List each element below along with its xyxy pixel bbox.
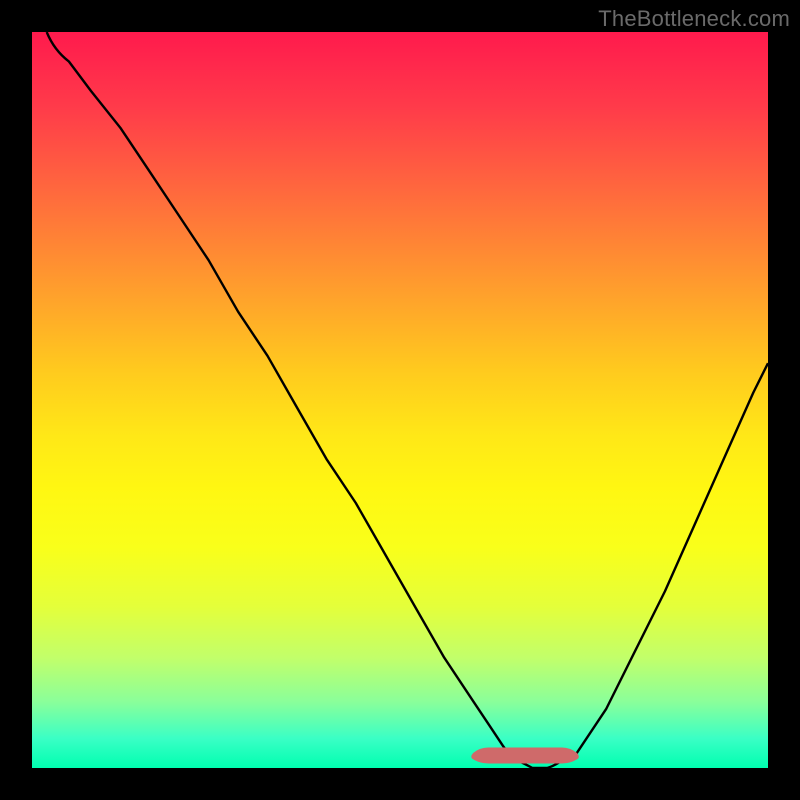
chart-overlay: [32, 32, 768, 768]
sweet-spot-band: [472, 748, 579, 763]
watermark-label: TheBottleneck.com: [598, 6, 790, 32]
bottleneck-curve: [47, 32, 768, 768]
chart-area: [32, 32, 768, 768]
